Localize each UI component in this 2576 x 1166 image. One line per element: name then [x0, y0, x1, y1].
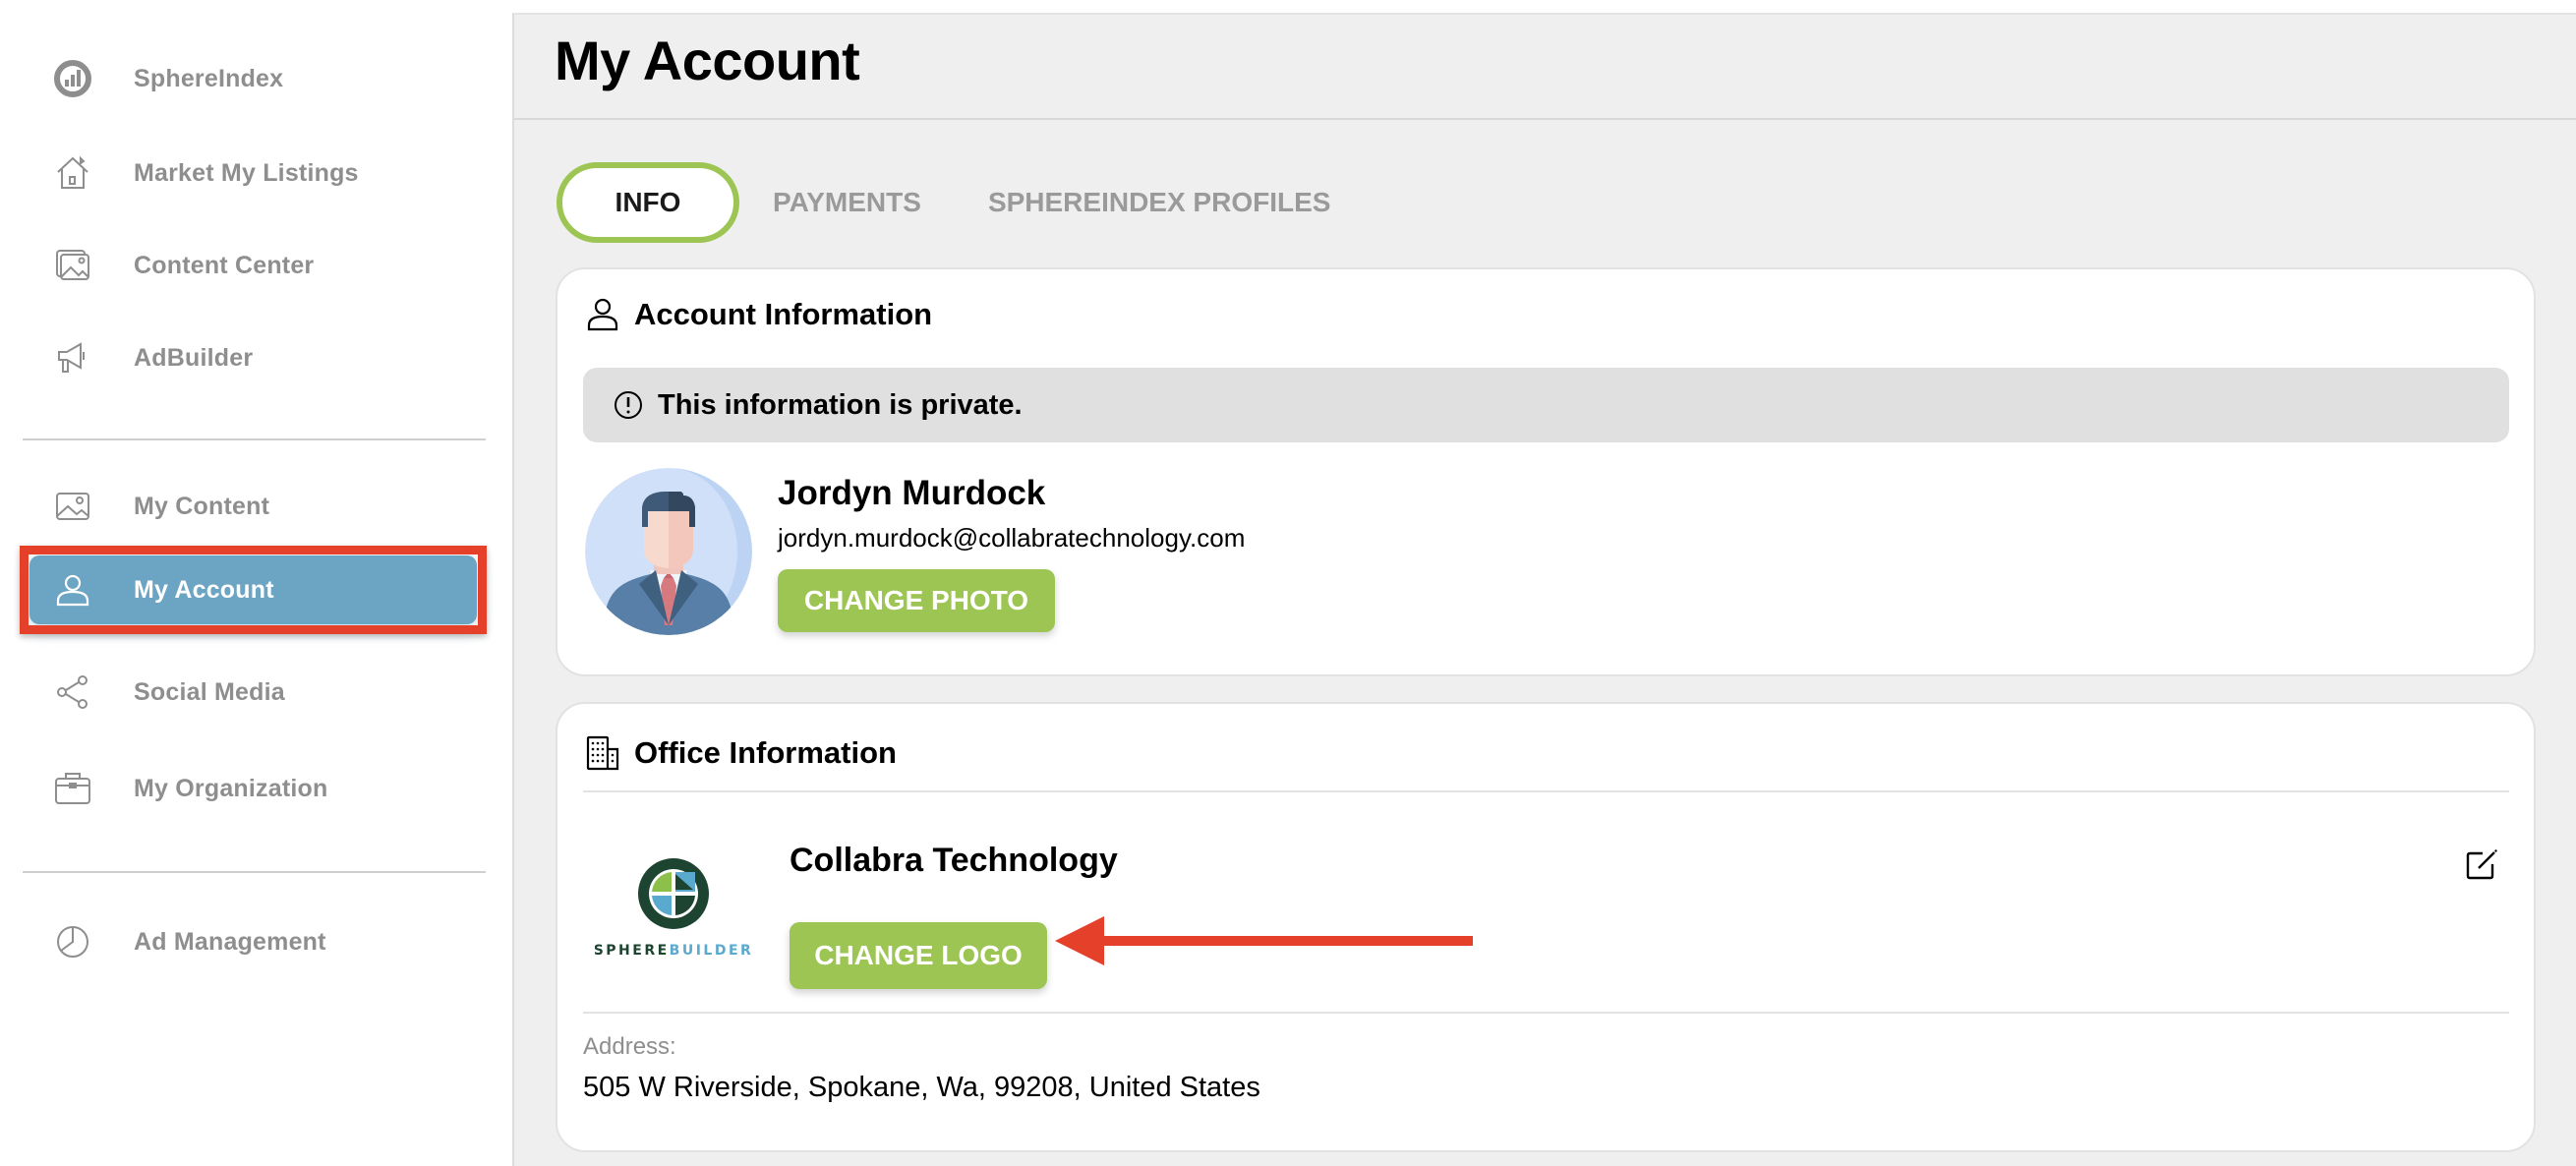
- address-label: Address:: [583, 1033, 676, 1060]
- briefcase-icon: [51, 767, 94, 810]
- office-information-title: Office Information: [634, 735, 897, 770]
- account-information-title: Account Information: [634, 297, 933, 331]
- tab-info[interactable]: INFO: [556, 162, 739, 243]
- sidebar-item-label: My Account: [134, 575, 274, 604]
- logo-text-sphere: SPHERE: [595, 943, 670, 959]
- page-title: My Account: [555, 29, 860, 91]
- sidebar: SphereIndex Market My Listings Content C…: [0, 0, 512, 1166]
- sidebar-item-label: Market My Listings: [134, 158, 359, 187]
- house-icon: [51, 151, 94, 195]
- app: SphereIndex Market My Listings Content C…: [0, 0, 2576, 1166]
- company-name: Collabra Technology: [790, 842, 1118, 879]
- building-icon: [585, 735, 620, 771]
- sidebar-item-label: SphereIndex: [134, 64, 284, 92]
- sidebar-item-sphereindex[interactable]: SphereIndex: [29, 44, 482, 113]
- sidebar-item-my-content[interactable]: My Content: [29, 472, 482, 541]
- private-notice-banner: This information is private.: [583, 368, 2509, 442]
- sphereindex-logo-icon: [51, 57, 94, 100]
- user-email: jordyn.murdock@collabratechnology.com: [778, 523, 1246, 553]
- sidebar-item-label: My Organization: [134, 774, 328, 802]
- sidebar-item-my-account[interactable]: My Account: [29, 555, 477, 624]
- image-icon: [51, 485, 94, 528]
- share-icon: [51, 670, 94, 714]
- page-header: My Account: [514, 15, 2576, 120]
- sidebar-item-label: Social Media: [134, 677, 285, 706]
- account-information-header: Account Information: [585, 297, 932, 332]
- sidebar-item-content-center[interactable]: Content Center: [29, 231, 482, 300]
- svg-text:SPHEREBUILDER: SPHEREBUILDER: [595, 943, 752, 959]
- office-information-header: Office Information: [585, 735, 897, 771]
- user-name: Jordyn Murdock: [778, 474, 1046, 512]
- card-divider: [583, 790, 2509, 792]
- change-logo-button[interactable]: CHANGE LOGO: [790, 922, 1047, 989]
- logo-text-builder: BUILDER: [670, 943, 752, 959]
- edit-icon[interactable]: [2465, 847, 2498, 881]
- tab-bar: INFO PAYMENTS SPHEREINDEX PROFILES: [556, 162, 1364, 243]
- pie-chart-icon: [51, 920, 94, 963]
- account-information-card: Account Information This information is …: [556, 267, 2536, 676]
- user-icon: [585, 297, 620, 332]
- card-divider: [583, 1012, 2509, 1014]
- main-content: My Account INFO PAYMENTS SPHEREINDEX PRO…: [512, 13, 2576, 1166]
- sidebar-item-label: Content Center: [134, 251, 315, 279]
- address-value: 505 W Riverside, Spokane, Wa, 99208, Uni…: [583, 1072, 1260, 1103]
- images-icon: [51, 244, 94, 287]
- avatar: [585, 468, 752, 635]
- office-information-card: Office Information SPHEREBUILDER Collabr…: [556, 702, 2536, 1152]
- sidebar-item-label: Ad Management: [134, 927, 326, 956]
- sidebar-item-adbuilder[interactable]: AdBuilder: [29, 323, 482, 392]
- sidebar-item-market-my-listings[interactable]: Market My Listings: [29, 139, 482, 207]
- sidebar-divider: [23, 871, 486, 873]
- company-logo: SPHEREBUILDER: [594, 856, 752, 964]
- user-icon: [51, 568, 94, 612]
- sidebar-item-ad-management[interactable]: Ad Management: [29, 907, 482, 976]
- sidebar-item-social-media[interactable]: Social Media: [29, 658, 482, 727]
- tab-sphereindex-profiles[interactable]: SPHEREINDEX PROFILES: [955, 162, 1365, 243]
- sidebar-item-my-organization[interactable]: My Organization: [29, 754, 482, 823]
- megaphone-icon: [51, 336, 94, 379]
- sidebar-item-label: My Content: [134, 492, 270, 520]
- tab-payments[interactable]: PAYMENTS: [739, 162, 955, 243]
- sidebar-item-label: AdBuilder: [134, 343, 254, 372]
- change-photo-button[interactable]: CHANGE PHOTO: [778, 569, 1055, 632]
- private-notice-text: This information is private.: [658, 388, 1023, 421]
- sidebar-divider: [23, 438, 486, 440]
- info-alert-icon: [613, 389, 644, 421]
